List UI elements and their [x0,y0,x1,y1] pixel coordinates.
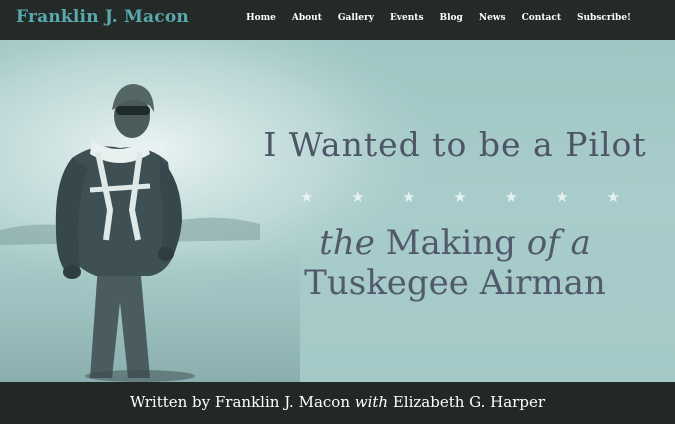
site-header: Franklin J. Macon Home About Gallery Eve… [0,0,675,40]
subtitle-of-a: of a [526,223,591,263]
star-icon: ★ [300,188,314,206]
author-band: Written by Franklin J. Macon with Elizab… [0,382,675,424]
nav-blog[interactable]: Blog [440,13,463,23]
subtitle-line-2: Tuskegee Airman [304,263,606,303]
nav-news[interactable]: News [479,13,506,23]
subtitle-making: Making [374,223,527,263]
nav-gallery[interactable]: Gallery [338,13,374,23]
hero-banner: I Wanted to be a Pilot ★ ★ ★ ★ ★ ★ ★ the… [0,40,675,382]
subtitle-the: the [319,223,375,263]
subtitle-line-1: the Making of a [250,223,660,263]
main-nav: Home About Gallery Events Blog News Cont… [230,13,631,23]
book-subtitle: the Making of a Tuskegee Airman [250,223,660,303]
site-logo-title[interactable]: Franklin J. Macon [16,7,189,27]
nav-events[interactable]: Events [390,13,424,23]
nav-contact[interactable]: Contact [522,13,561,23]
star-divider: ★ ★ ★ ★ ★ ★ ★ [300,187,620,207]
byline-with: with [354,393,389,411]
nav-home[interactable]: Home [246,13,276,23]
star-icon: ★ [555,188,569,206]
byline-prefix: Written by Franklin J. Macon [129,393,355,411]
star-icon: ★ [606,188,620,206]
author-byline: Written by Franklin J. Macon with Elizab… [130,393,545,411]
star-icon: ★ [402,188,416,206]
aviator-photo-image [0,40,675,382]
star-icon: ★ [351,188,365,206]
star-icon: ★ [453,188,467,206]
nav-about[interactable]: About [292,13,322,23]
nav-subscribe[interactable]: Subscribe! [577,13,631,23]
book-headline: I Wanted to be a Pilot [263,125,647,164]
star-icon: ★ [504,188,518,206]
byline-coauthor: Elizabeth G. Harper [388,393,545,411]
